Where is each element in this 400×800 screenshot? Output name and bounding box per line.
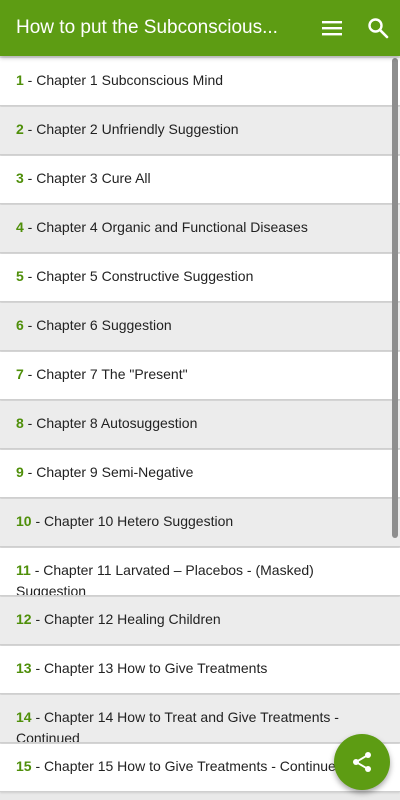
chapter-number: 6 [16, 317, 24, 333]
app-bar: How to put the Subconscious... [0, 0, 400, 56]
chapter-number: 13 [16, 660, 32, 676]
chapter-number: 4 [16, 219, 24, 235]
chapter-number: 15 [16, 758, 32, 774]
chapter-title: - Chapter 11 Larvated – Placebos - (Mask… [16, 562, 314, 596]
menu-icon [322, 21, 342, 36]
chapter-number: 9 [16, 464, 24, 480]
chapter-title: - Chapter 15 How to Give Treatments - Co… [31, 758, 344, 774]
chapter-number: 3 [16, 170, 24, 186]
list-item[interactable]: 7 - Chapter 7 The "Present" [0, 352, 400, 400]
list-item[interactable]: 14 - Chapter 14 How to Treat and Give Tr… [0, 695, 400, 743]
list-item[interactable]: 12 - Chapter 12 Healing Children [0, 597, 400, 645]
chapter-number: 8 [16, 415, 24, 431]
list-item[interactable]: 3 - Chapter 3 Cure All [0, 156, 400, 204]
list-item[interactable]: 6 - Chapter 6 Suggestion [0, 303, 400, 351]
chapter-list[interactable]: 1 - Chapter 1 Subconscious Mind 2 - Chap… [0, 56, 400, 800]
search-button[interactable] [362, 12, 394, 44]
chapter-number: 11 [16, 562, 31, 578]
chapter-title: - Chapter 1 Subconscious Mind [23, 72, 224, 88]
chapter-title: - Chapter 3 Cure All [23, 170, 151, 186]
share-button[interactable] [334, 734, 390, 790]
chapter-title: - Chapter 8 Autosuggestion [23, 415, 198, 431]
chapter-title: - Chapter 13 How to Give Treatments [31, 660, 268, 676]
scrollbar[interactable] [392, 58, 398, 538]
list-item[interactable]: 2 - Chapter 2 Unfriendly Suggestion [0, 107, 400, 155]
chapter-title: - Chapter 12 Healing Children [31, 611, 221, 627]
chapter-title: - Chapter 6 Suggestion [23, 317, 172, 333]
list-item[interactable]: 5 - Chapter 5 Constructive Suggestion [0, 254, 400, 302]
search-icon [368, 18, 389, 39]
chapter-number: 1 [16, 72, 24, 88]
list-item[interactable]: 13 - Chapter 13 How to Give Treatments [0, 646, 400, 694]
chapter-title: - Chapter 7 The "Present" [23, 366, 188, 382]
list-item[interactable]: 10 - Chapter 10 Hetero Suggestion [0, 499, 400, 547]
chapter-number: 5 [16, 268, 24, 284]
chapter-number: 7 [16, 366, 24, 382]
list-item[interactable]: 9 - Chapter 9 Semi-Negative [0, 450, 400, 498]
chapter-title: - Chapter 9 Semi-Negative [23, 464, 194, 480]
chapter-number: 10 [16, 513, 32, 529]
chapter-number: 14 [16, 709, 32, 725]
chapter-title: - Chapter 4 Organic and Functional Disea… [23, 219, 308, 235]
chapter-title: - Chapter 14 How to Treat and Give Treat… [16, 709, 339, 743]
menu-button[interactable] [316, 12, 348, 44]
list-item[interactable]: 1 - Chapter 1 Subconscious Mind [0, 58, 400, 106]
chapter-title: - Chapter 10 Hetero Suggestion [31, 513, 234, 529]
list-item[interactable]: 8 - Chapter 8 Autosuggestion [0, 401, 400, 449]
chapter-title: - Chapter 5 Constructive Suggestion [23, 268, 254, 284]
list-item[interactable]: 11 - Chapter 11 Larvated – Placebos - (M… [0, 548, 400, 596]
list-item[interactable]: 4 - Chapter 4 Organic and Functional Dis… [0, 205, 400, 253]
page-title: How to put the Subconscious... [16, 17, 278, 38]
share-icon [353, 752, 371, 772]
chapter-number: 2 [16, 121, 24, 137]
chapter-title: - Chapter 2 Unfriendly Suggestion [23, 121, 239, 137]
chapter-number: 12 [16, 611, 32, 627]
